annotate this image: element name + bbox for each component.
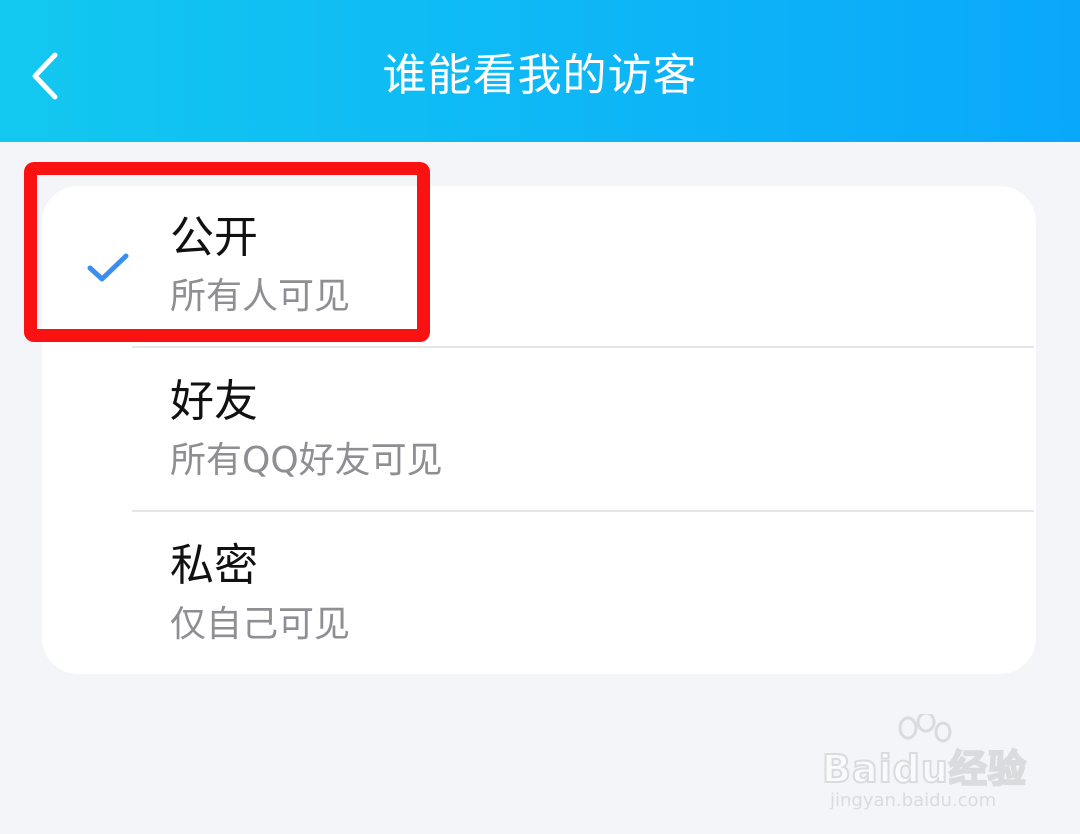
option-public-label: 公开 xyxy=(170,212,258,263)
visibility-options-card: 公开 所有人可见 好友 所有QQ好友可见 私密 仅自己可见 xyxy=(42,186,1036,674)
option-private-description: 仅自己可见 xyxy=(170,604,351,645)
option-friends[interactable]: 好友 所有QQ好友可见 xyxy=(42,350,1036,512)
option-public-description: 所有人可见 xyxy=(170,276,351,317)
checkmark-icon xyxy=(87,253,129,282)
option-friends-description: 所有QQ好友可见 xyxy=(170,440,443,481)
option-friends-label: 好友 xyxy=(170,376,258,427)
option-private[interactable]: 私密 仅自己可见 xyxy=(42,514,1036,676)
divider xyxy=(132,346,1034,348)
option-public[interactable]: 公开 所有人可见 xyxy=(42,186,1036,348)
baidu-jingyan-watermark: Baidu经验 jingyan.baidu.com xyxy=(821,714,1027,814)
watermark-brand: Baidu经验 xyxy=(821,746,1027,792)
divider xyxy=(132,510,1034,512)
watermark-url: jingyan.baidu.com xyxy=(830,790,997,811)
top-bar: 谁能看我的访客 xyxy=(0,0,1080,142)
page-title: 谁能看我的访客 xyxy=(382,50,698,101)
option-private-label: 私密 xyxy=(170,540,258,591)
